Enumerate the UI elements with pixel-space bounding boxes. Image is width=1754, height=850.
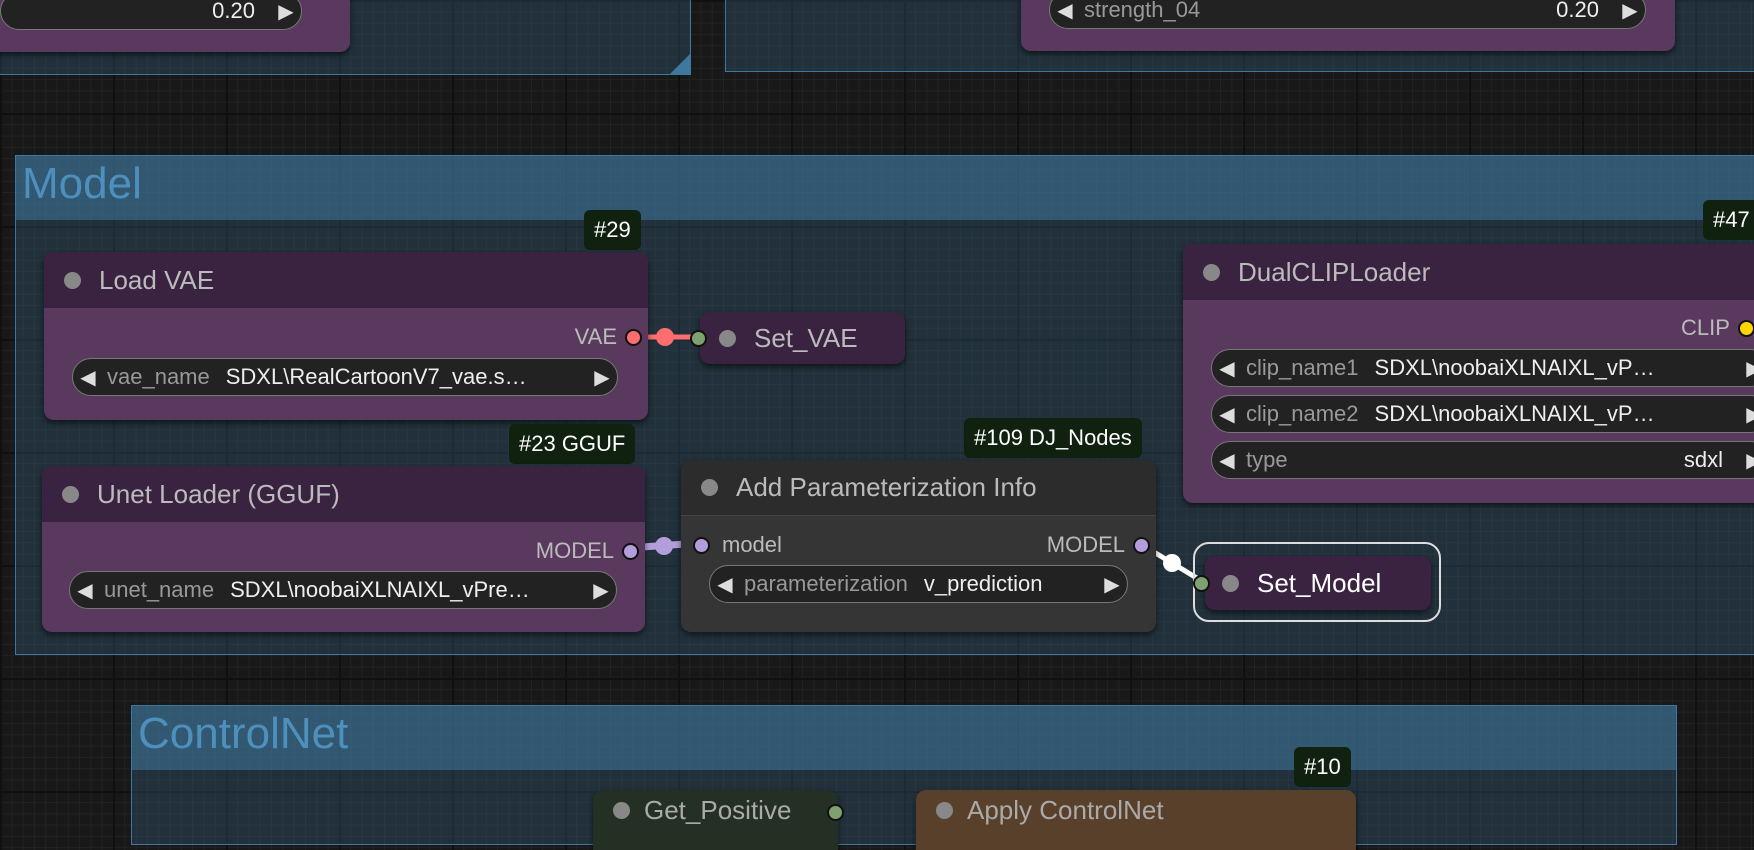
strength-04-widget[interactable]: ◀ strength_04 0.20 ▶ [1049,0,1646,29]
widget-label: parameterization [744,571,908,596]
increment-arrow-icon[interactable]: ▶ [1097,572,1127,597]
group-resize-corner[interactable] [670,54,690,74]
node-id-badge: #47 [1703,200,1754,240]
vae-name-widget[interactable]: ◀ vae_name SDXL\RealCartoonV7_vae.s… ▶ [72,358,618,396]
clip-output-dot-icon[interactable] [1737,319,1754,337]
node-id-badge: #10 [1294,747,1351,787]
output-dot-icon[interactable] [827,804,844,821]
input-dot-icon[interactable] [690,329,707,347]
increment-arrow-icon[interactable]: ▶ [1739,402,1754,427]
model-input-dot-icon[interactable] [693,536,710,554]
node-title: Unet Loader (GGUF) [97,478,340,509]
decrement-arrow-icon[interactable]: ◀ [73,365,103,390]
collapse-dot-icon[interactable] [1222,574,1239,592]
widget-label: vae_name [107,364,210,389]
node-header[interactable]: Load VAE [44,252,648,308]
clip-output-slot[interactable]: CLIP [1681,315,1754,341]
collapse-dot-icon[interactable] [62,485,79,503]
group-controlnet[interactable]: ControlNet [131,705,1677,845]
widget-value: SDXL\noobaiXLNAIXL_vPre… [230,577,530,602]
set-vae-node[interactable]: Set_VAE [690,312,905,364]
node-header[interactable]: Unet Loader (GGUF) [42,466,645,522]
vae-output-dot-icon[interactable] [625,328,642,346]
parameterization-widget[interactable]: ◀ parameterization v_prediction ▶ [709,565,1128,603]
get-positive-node[interactable]: Get_Positive [593,790,844,850]
output-label: MODEL [1046,532,1125,557]
clip-name2-widget[interactable]: ◀ clip_name2 SDXL\noobaiXLNAIXL_vP… ▶ [1211,395,1754,433]
output-label: MODEL [535,538,614,563]
decrement-arrow-icon[interactable]: ◀ [1212,356,1242,381]
decrement-arrow-icon[interactable]: ◀ [1212,402,1242,427]
vae-output-slot[interactable]: VAE [575,324,642,350]
node-title: Set_Model [1257,567,1382,598]
increment-arrow-icon[interactable]: ▶ [587,365,617,390]
model-output-slot[interactable]: MODEL [536,538,639,564]
increment-arrow-icon[interactable]: ▶ [1739,356,1754,381]
top-left-widget-value: 0.20 [212,0,255,23]
top-left-node[interactable]: 0.20 ▶ [0,0,350,52]
node-id-badge: #109 DJ_Nodes [964,418,1142,458]
node-title: Get_Positive [644,794,792,825]
widget-value: 0.20 [1556,0,1599,22]
widget-value: SDXL\RealCartoonV7_vae.s… [225,364,527,389]
node-id-badge: #29 [584,210,641,250]
collapse-dot-icon[interactable] [936,801,953,819]
widget-label: clip_name1 [1246,355,1359,380]
dual-clip-loader-node[interactable]: DualCLIPLoader CLIP ◀ clip_name1 SDXL\no… [1183,244,1754,503]
group-title[interactable]: ControlNet [132,706,1676,770]
top-right-node[interactable]: ◀ strength_04 0.20 ▶ [1021,0,1675,51]
load-vae-node[interactable]: Load VAE VAE ◀ vae_name SDXL\RealCartoon… [44,252,648,420]
node-title: Apply ControlNet [967,794,1164,825]
model-input-slot[interactable]: model [693,532,782,558]
node-title: Add Parameterization Info [736,472,1037,502]
type-widget[interactable]: ◀ type sdxl ▶ [1211,441,1754,479]
collapse-dot-icon[interactable] [64,271,81,289]
node-title: DualCLIPLoader [1238,256,1431,287]
increment-arrow-icon[interactable]: ▶ [586,578,616,603]
apply-controlnet-node[interactable]: Apply ControlNet [916,790,1356,850]
node-header[interactable]: DualCLIPLoader [1183,244,1754,300]
widget-value: sdxl [1683,447,1723,472]
node-id-badge: #23 GGUF [509,424,636,464]
widget-value: SDXL\noobaiXLNAIXL_vP… [1374,355,1655,380]
model-output-dot-icon[interactable] [1133,536,1150,554]
increment-arrow-icon[interactable]: ▶ [1615,0,1645,23]
top-left-widget[interactable]: 0.20 ▶ [0,0,302,30]
group-title[interactable]: Model [16,156,1754,220]
widget-label: strength_04 [1084,0,1201,22]
node-title: Load VAE [99,264,215,295]
output-label: CLIP [1681,315,1730,340]
model-output-dot-icon[interactable] [622,542,639,560]
widget-label: unet_name [104,577,215,602]
increment-arrow-icon[interactable]: ▶ [271,0,301,24]
input-dot-icon[interactable] [1193,574,1210,592]
widget-label: clip_name2 [1246,401,1359,426]
model-output-slot[interactable]: MODEL [1047,532,1150,558]
node-header[interactable]: Add Parameterization Info [681,460,1156,516]
collapse-dot-icon[interactable] [701,479,718,496]
increment-arrow-icon[interactable]: ▶ [1739,448,1754,473]
collapse-dot-icon[interactable] [1203,263,1220,281]
unet-loader-node[interactable]: Unet Loader (GGUF) MODEL ◀ unet_name SDX… [42,466,645,632]
widget-label: type [1246,447,1288,472]
clip-name1-widget[interactable]: ◀ clip_name1 SDXL\noobaiXLNAIXL_vP… ▶ [1211,349,1754,387]
collapse-dot-icon[interactable] [719,329,736,347]
unet-name-widget[interactable]: ◀ unet_name SDXL\noobaiXLNAIXL_vPre… ▶ [69,571,617,609]
decrement-arrow-icon[interactable]: ◀ [70,578,100,603]
node-title: Set_VAE [754,322,858,353]
set-model-node[interactable]: Set_Model [1193,556,1431,610]
decrement-arrow-icon[interactable]: ◀ [1050,0,1080,23]
widget-value: SDXL\noobaiXLNAIXL_vP… [1374,401,1655,426]
output-label: VAE [574,324,617,349]
decrement-arrow-icon[interactable]: ◀ [1212,448,1242,473]
input-label: model [722,532,782,557]
widget-value: v_prediction [923,571,1043,596]
collapse-dot-icon[interactable] [613,801,630,819]
decrement-arrow-icon[interactable]: ◀ [710,572,740,597]
add-parameterization-node[interactable]: Add Parameterization Info model MODEL ◀ … [681,460,1156,632]
